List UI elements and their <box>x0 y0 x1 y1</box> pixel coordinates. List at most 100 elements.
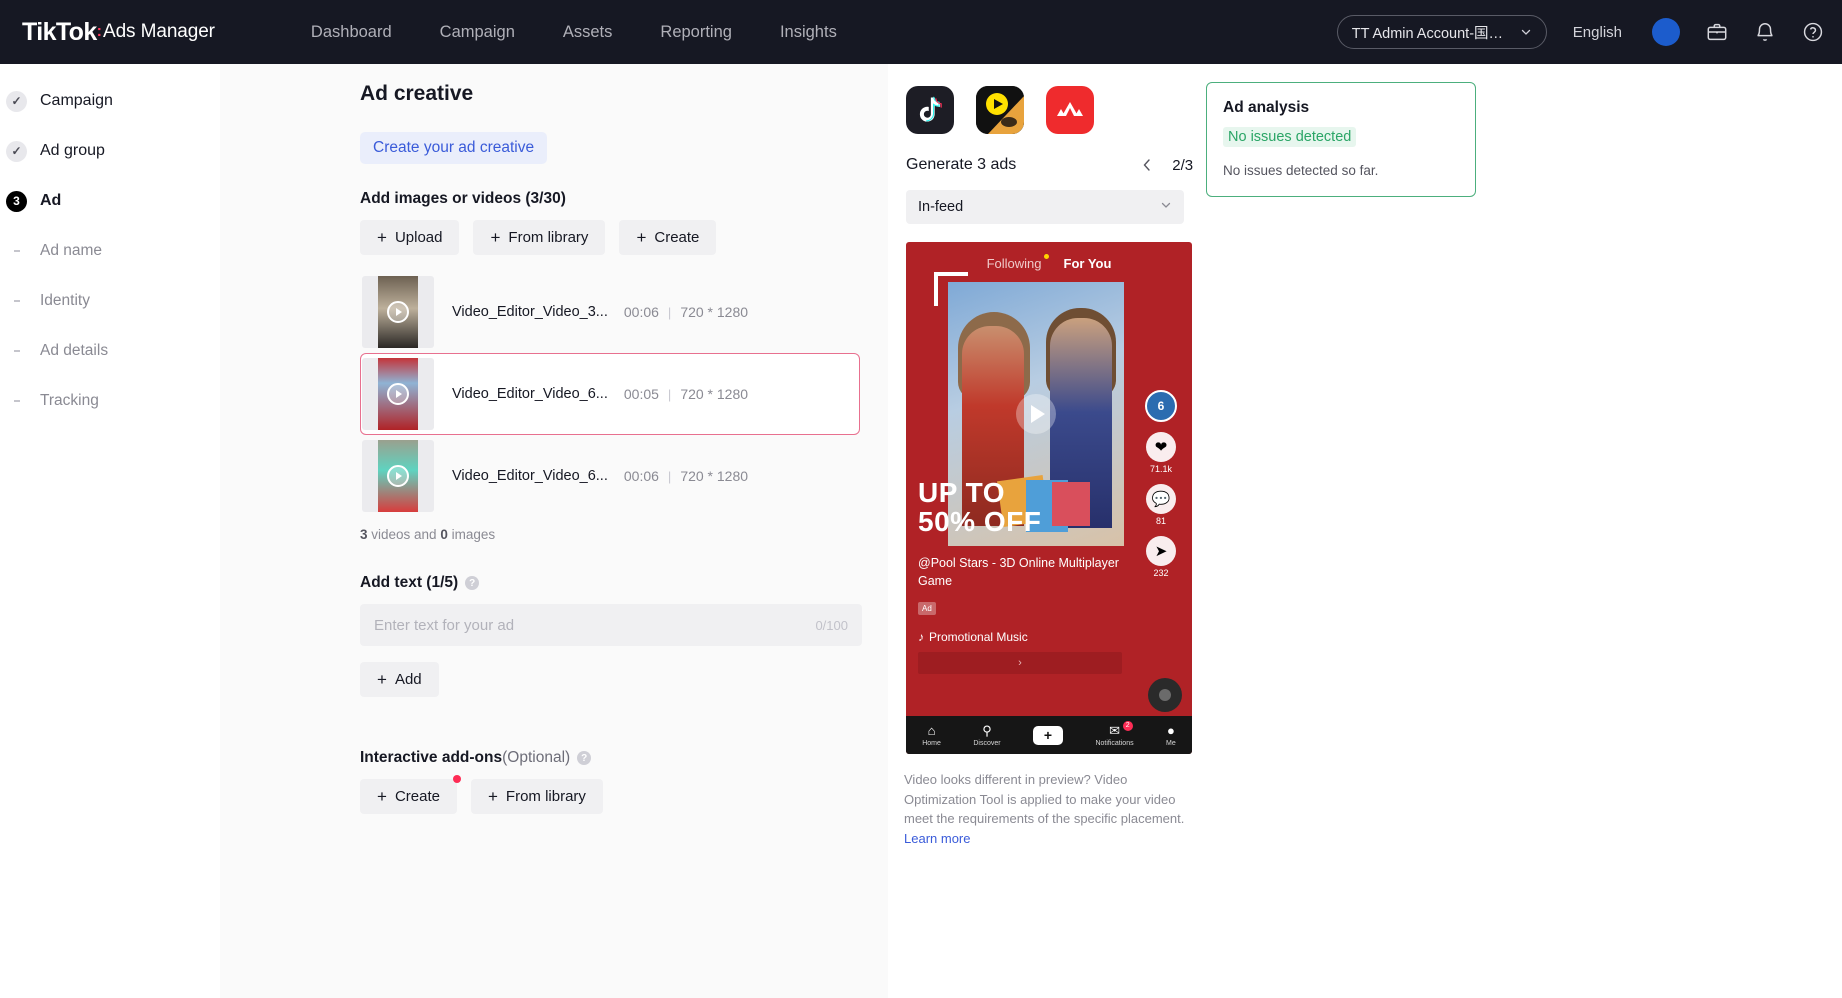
table-row[interactable]: Video_Editor_Video_6... 00:05 | 720 * 12… <box>360 353 860 435</box>
step-sidebar: ✓ Campaign ✓ Ad group 3 Ad Ad name Ident… <box>0 64 220 998</box>
create-ad-creative-tab[interactable]: Create your ad creative <box>360 132 548 164</box>
play-icon <box>387 465 409 487</box>
new-badge-dot-icon <box>452 775 461 783</box>
sidebar-step-adgroup[interactable]: ✓ Ad group <box>0 126 220 176</box>
pangle-platform-icon[interactable] <box>976 86 1024 134</box>
avatar[interactable] <box>1652 18 1680 46</box>
share-action[interactable]: ➤ 232 <box>1146 536 1176 578</box>
dash-icon <box>6 300 27 302</box>
create-button[interactable]: + Create <box>619 220 717 255</box>
nav-home[interactable]: ⌂ Home <box>922 724 941 747</box>
check-icon: ✓ <box>6 90 27 112</box>
media-meta: Video_Editor_Video_6... 00:06 | 720 * 12… <box>452 468 748 484</box>
plus-icon: + <box>377 227 387 247</box>
add-text-row: + Add <box>360 662 860 697</box>
ad-analysis-title: Ad analysis <box>1223 99 1310 116</box>
media-duration: 00:06 <box>623 468 659 484</box>
plus-icon: + <box>487 786 498 806</box>
nav-reporting[interactable]: Reporting <box>636 0 756 64</box>
play-icon[interactable] <box>1016 394 1056 434</box>
media-duration: 00:05 <box>623 386 659 402</box>
addons-section-title-text: Interactive add-ons <box>360 749 503 766</box>
sidebar-item-tracking[interactable]: Tracking <box>0 376 220 426</box>
nav-right-cluster: TT Admin Account-国际... English <box>1336 0 1842 64</box>
table-row[interactable]: Video_Editor_Video_3... 00:06 | 720 * 12… <box>360 271 860 353</box>
media-meta: Video_Editor_Video_3... 00:06 | 720 * 12… <box>452 304 748 320</box>
video-count: 3 <box>360 527 368 542</box>
person-icon: ● <box>1166 722 1175 738</box>
help-icon[interactable]: ? <box>577 751 592 765</box>
tiktok-platform-icon[interactable] <box>906 86 954 134</box>
notification-dot-icon <box>1043 254 1049 259</box>
ad-analysis-card: Ad analysis No issues detected No issues… <box>1206 82 1476 197</box>
ad-text-input[interactable]: Enter text for your ad 0/100 <box>360 604 862 646</box>
nav-dashboard[interactable]: Dashboard <box>287 0 416 64</box>
language-selector[interactable]: English <box>1573 24 1622 41</box>
ad-badge: Ad <box>918 602 936 615</box>
chevron-left-icon[interactable] <box>1136 154 1158 176</box>
video-thumbnail <box>362 440 434 512</box>
like-action[interactable]: ❤ 71.1k <box>1146 432 1176 474</box>
plus-icon: + <box>377 786 387 806</box>
briefcase-icon[interactable] <box>1706 21 1728 43</box>
upload-button[interactable]: + Upload <box>360 220 460 255</box>
help-icon[interactable] <box>1802 21 1824 43</box>
profile-avatar-item[interactable]: 6 <box>1145 390 1177 422</box>
sidebar-step-ad[interactable]: 3 Ad <box>0 176 220 226</box>
comment-action[interactable]: 💬 81 <box>1146 484 1176 526</box>
nav-assets[interactable]: Assets <box>539 0 637 64</box>
learn-more-link[interactable]: Learn more <box>904 831 970 846</box>
sidebar-step-campaign-label: Campaign <box>40 92 113 109</box>
nav-create[interactable]: + <box>1033 725 1064 745</box>
media-meta: Video_Editor_Video_6... 00:05 | 720 * 12… <box>452 386 748 402</box>
ad-preview-phone: Following For You UP TO 50% OFF @Pool St… <box>906 242 1192 754</box>
preview-disclaimer: Video looks different in preview? Video … <box>904 770 1194 848</box>
nav-discover-label: Discover <box>973 739 1001 747</box>
chevron-down-icon <box>1160 198 1172 216</box>
media-separator: | <box>667 468 672 484</box>
share-icon: ➤ <box>1146 536 1176 566</box>
helo-platform-icon[interactable] <box>1046 86 1094 134</box>
media-dimensions: 720 * 1280 <box>680 386 749 402</box>
addons-create-button-label: Create <box>394 788 440 805</box>
media-dimensions: 720 * 1280 <box>680 468 749 484</box>
nav-insights[interactable]: Insights <box>756 0 861 64</box>
addons-create-button[interactable]: + Create <box>360 775 461 814</box>
sidebar-step-campaign[interactable]: ✓ Campaign <box>0 76 220 126</box>
phone-bottom-navbar: ⌂ Home ⚲ Discover + ✉ 2 Notifications ● <box>906 716 1192 754</box>
sidebar-item-identity-label: Identity <box>40 292 90 309</box>
tab-following[interactable]: Following <box>987 254 1049 271</box>
placement-select[interactable]: In-feed <box>906 190 1184 224</box>
sidebar-item-ad-name[interactable]: Ad name <box>0 226 220 276</box>
bell-icon[interactable] <box>1754 21 1776 43</box>
nav-campaign[interactable]: Campaign <box>416 0 539 64</box>
from-library-button[interactable]: + From library <box>473 220 606 255</box>
tab-for-you[interactable]: For You <box>1064 256 1112 271</box>
frame-corner-decoration <box>934 272 968 306</box>
media-name: Video_Editor_Video_6... <box>452 386 608 402</box>
main-nav-links: Dashboard Campaign Assets Reporting Insi… <box>287 0 861 64</box>
play-icon <box>387 383 409 405</box>
table-row[interactable]: Video_Editor_Video_6... 00:06 | 720 * 12… <box>360 435 860 517</box>
cta-button[interactable]: › <box>918 652 1122 674</box>
nav-discover[interactable]: ⚲ Discover <box>973 724 1000 747</box>
brand-logo[interactable]: TikTok: Ads Manager <box>22 0 215 64</box>
nav-profile[interactable]: ● Me <box>1166 724 1176 747</box>
dash-icon <box>6 400 27 402</box>
addons-button-row: + Create + From library <box>360 775 860 814</box>
sidebar-item-ad-details[interactable]: Ad details <box>0 326 220 376</box>
engagement-actions: 6 ❤ 71.1k 💬 81 ➤ 232 <box>1138 390 1184 588</box>
add-text-button[interactable]: + Add <box>360 662 439 697</box>
account-selector[interactable]: TT Admin Account-国际... <box>1336 15 1547 49</box>
nav-notifications[interactable]: ✉ 2 Notifications <box>1095 720 1134 747</box>
dash-icon <box>6 350 27 352</box>
plus-icon: + <box>636 227 647 247</box>
media-count-summary: 3 videos and 0 images <box>360 527 860 542</box>
feed-tabs: Following For You <box>906 254 1192 271</box>
sidebar-item-identity[interactable]: Identity <box>0 276 220 326</box>
help-icon[interactable]: ? <box>465 576 480 590</box>
image-count: 0 <box>440 527 448 542</box>
comment-icon: 💬 <box>1146 484 1176 514</box>
brand-name: TikTok <box>22 17 97 46</box>
addons-from-library-button[interactable]: + From library <box>470 779 603 814</box>
